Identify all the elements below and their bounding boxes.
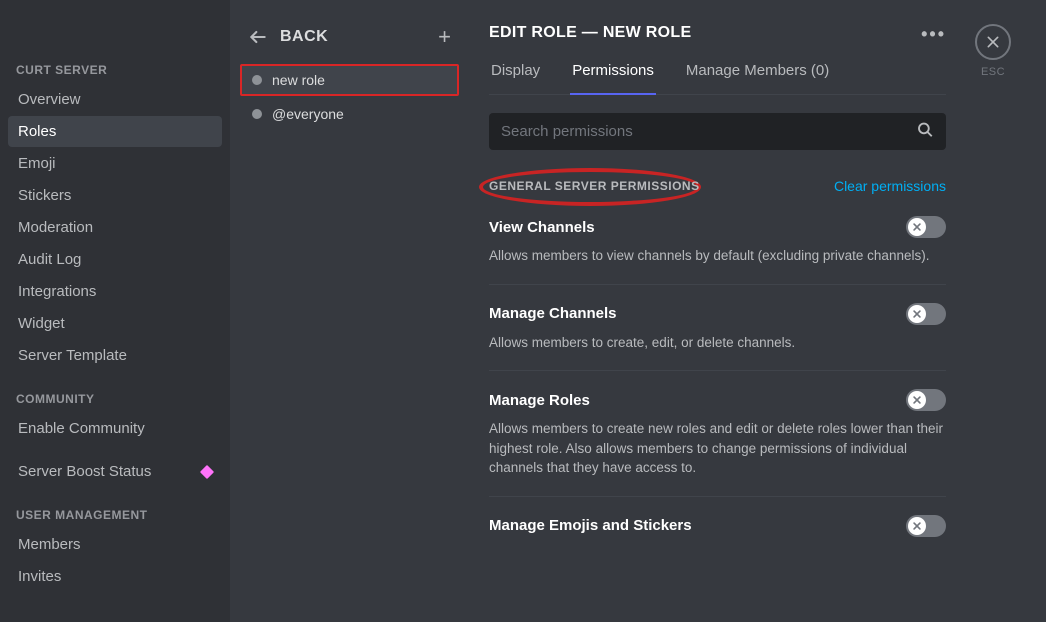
permission-toggle[interactable] (906, 389, 946, 411)
sidebar-item-label: Moderation (18, 219, 93, 236)
sidebar-item-label: Invites (18, 568, 61, 585)
sidebar-item-overview[interactable]: Overview (8, 84, 222, 115)
sidebar-item-enable-community[interactable]: Enable Community (8, 413, 222, 444)
more-options-button[interactable]: ••• (921, 24, 946, 45)
sidebar-item-roles[interactable]: Roles (8, 116, 222, 147)
esc-label: ESC (981, 66, 1005, 78)
sidebar-item-widget[interactable]: Widget (8, 308, 222, 339)
sidebar-item-stickers[interactable]: Stickers (8, 180, 222, 211)
sidebar-item-label: Stickers (18, 187, 71, 204)
roles-column-header: BACK + (240, 0, 459, 62)
permission-manage-emojis-stickers: Manage Emojis and Stickers (489, 515, 946, 563)
role-color-dot-icon (252, 109, 262, 119)
sidebar-item-audit-log[interactable]: Audit Log (8, 244, 222, 275)
tab-display[interactable]: Display (489, 62, 542, 94)
sidebar-item-label: Server Boost Status (18, 463, 151, 480)
close-button[interactable] (975, 24, 1011, 60)
server-settings-sidebar: CURT SERVER Overview Roles Emoji Sticker… (0, 0, 230, 622)
sidebar-item-members[interactable]: Members (8, 529, 222, 560)
sidebar-item-label: Overview (18, 91, 81, 108)
sidebar-item-server-boost-status[interactable]: Server Boost Status (8, 456, 222, 487)
permission-view-channels: View Channels Allows members to view cha… (489, 216, 946, 285)
toggle-knob-icon (908, 517, 926, 535)
toggle-knob-icon (908, 391, 926, 409)
permission-section-label: GENERAL SERVER PERMISSIONS (489, 179, 700, 193)
close-icon (985, 34, 1001, 50)
arrow-left-icon (248, 27, 268, 47)
tab-permissions[interactable]: Permissions (570, 62, 656, 95)
toggle-knob-icon (908, 218, 926, 236)
sidebar-item-invites[interactable]: Invites (8, 561, 222, 592)
close-panel: ESC (975, 24, 1011, 78)
edit-role-panel: EDIT ROLE — NEW ROLE ••• Display Permiss… (469, 0, 1046, 622)
sidebar-item-label: Roles (18, 123, 56, 140)
tab-manage-members[interactable]: Manage Members (0) (684, 62, 831, 94)
sidebar-item-label: Widget (18, 315, 65, 332)
sidebar-item-label: Members (18, 536, 81, 553)
sidebar-item-moderation[interactable]: Moderation (8, 212, 222, 243)
permission-manage-roles: Manage Roles Allows members to create ne… (489, 389, 946, 497)
sidebar-section-user-management: USER MANAGEMENT (8, 488, 222, 528)
permission-search-input[interactable] (489, 113, 946, 150)
sidebar-item-label: Server Template (18, 347, 127, 364)
role-item-new-role[interactable]: new role (240, 64, 459, 96)
sidebar-item-server-template[interactable]: Server Template (8, 340, 222, 371)
role-color-dot-icon (252, 75, 262, 85)
role-item-label: new role (272, 72, 325, 88)
sidebar-item-integrations[interactable]: Integrations (8, 276, 222, 307)
permission-manage-channels: Manage Channels Allows members to create… (489, 303, 946, 372)
permission-name: Manage Channels (489, 305, 617, 322)
sidebar-item-emoji[interactable]: Emoji (8, 148, 222, 179)
sidebar-section-community: COMMUNITY (8, 372, 222, 412)
permission-toggle[interactable] (906, 216, 946, 238)
back-label: BACK (280, 28, 328, 46)
permission-name: View Channels (489, 219, 595, 236)
add-role-button[interactable]: + (438, 26, 451, 48)
search-icon (916, 120, 934, 143)
permission-section-header: GENERAL SERVER PERMISSIONS Clear permiss… (489, 178, 946, 194)
permission-name: Manage Roles (489, 392, 590, 409)
toggle-knob-icon (908, 305, 926, 323)
role-item-everyone[interactable]: @everyone (240, 98, 459, 130)
permission-toggle[interactable] (906, 303, 946, 325)
permission-description: Allows members to create new roles and e… (489, 419, 946, 478)
role-tabs: Display Permissions Manage Members (0) (489, 62, 946, 95)
permission-description: Allows members to create, edit, or delet… (489, 333, 946, 353)
sidebar-item-label: Emoji (18, 155, 56, 172)
sidebar-section-server: CURT SERVER (8, 0, 222, 83)
permission-search (489, 113, 946, 150)
page-title: EDIT ROLE — NEW ROLE (489, 24, 946, 42)
role-item-label: @everyone (272, 106, 344, 122)
boost-badge-icon (200, 464, 214, 478)
back-button[interactable]: BACK (248, 27, 328, 47)
permission-description: Allows members to view channels by defau… (489, 246, 946, 266)
clear-permissions-link[interactable]: Clear permissions (834, 178, 946, 194)
sidebar-item-label: Integrations (18, 283, 96, 300)
permission-toggle[interactable] (906, 515, 946, 537)
sidebar-item-label: Enable Community (18, 420, 145, 437)
roles-column: BACK + new role @everyone (230, 0, 469, 622)
role-list: new role @everyone (240, 64, 459, 130)
sidebar-item-label: Audit Log (18, 251, 81, 268)
permission-name: Manage Emojis and Stickers (489, 517, 692, 534)
